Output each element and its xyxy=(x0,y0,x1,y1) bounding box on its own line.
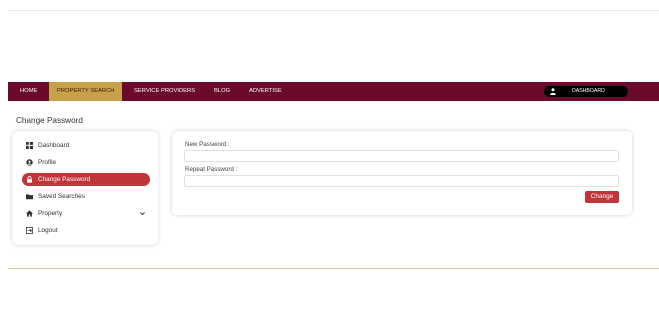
chevron-down-icon[interactable] xyxy=(139,210,146,217)
sidebar-item-label: Dashboard xyxy=(38,142,70,149)
grid-icon xyxy=(26,142,33,149)
sidebar-item-label: Change Password xyxy=(38,176,91,183)
repeat-password-input[interactable] xyxy=(184,175,619,187)
sidebar-item-label: Logout xyxy=(38,227,58,234)
logout-icon xyxy=(26,227,33,234)
nav-service-providers[interactable]: SERVICE PROVIDERS xyxy=(134,82,195,101)
dashboard-button[interactable]: DASHBOARD xyxy=(544,86,628,97)
sidebar-item-label: Saved Searches xyxy=(38,193,85,200)
main-navbar: HOME PROPERTY SEARCH SERVICE PROVIDERS B… xyxy=(8,82,659,101)
sidebar-item-logout[interactable]: Logout xyxy=(22,224,150,237)
sidebar-item-label: Property xyxy=(38,210,63,217)
sidebar-item-property[interactable]: Property xyxy=(22,207,150,220)
top-divider xyxy=(8,10,659,11)
sidebar-item-profile[interactable]: Profile xyxy=(22,156,150,169)
dashboard-button-label: DASHBOARD xyxy=(572,88,605,94)
home-icon xyxy=(26,210,33,217)
sidebar-item-label: Profile xyxy=(38,159,57,166)
sidebar-item-change-password[interactable]: Change Password xyxy=(22,173,150,186)
new-password-label: New Password : xyxy=(185,141,230,148)
repeat-password-label: Repeat Password : xyxy=(185,166,238,173)
sidebar-item-dashboard[interactable]: Dashboard xyxy=(22,139,150,152)
user-circle-icon xyxy=(26,159,33,166)
change-password-button[interactable]: Change xyxy=(585,191,619,203)
nav-property-search[interactable]: PROPERTY SEARCH xyxy=(49,82,123,101)
change-password-form: New Password : Repeat Password : Change xyxy=(172,131,632,215)
nav-advertise[interactable]: ADVERTISE xyxy=(249,82,282,101)
account-sidebar: Dashboard Profile Change Password Saved … xyxy=(12,131,158,245)
footer-divider xyxy=(8,268,659,269)
folder-icon xyxy=(26,194,33,200)
new-password-input[interactable] xyxy=(184,150,619,162)
sidebar-item-saved-searches[interactable]: Saved Searches xyxy=(22,190,150,203)
user-icon xyxy=(550,88,556,95)
nav-blog[interactable]: BLOG xyxy=(214,82,230,101)
page-title: Change Password xyxy=(16,116,83,125)
lock-icon xyxy=(27,176,32,183)
nav-home[interactable]: HOME xyxy=(20,82,37,101)
